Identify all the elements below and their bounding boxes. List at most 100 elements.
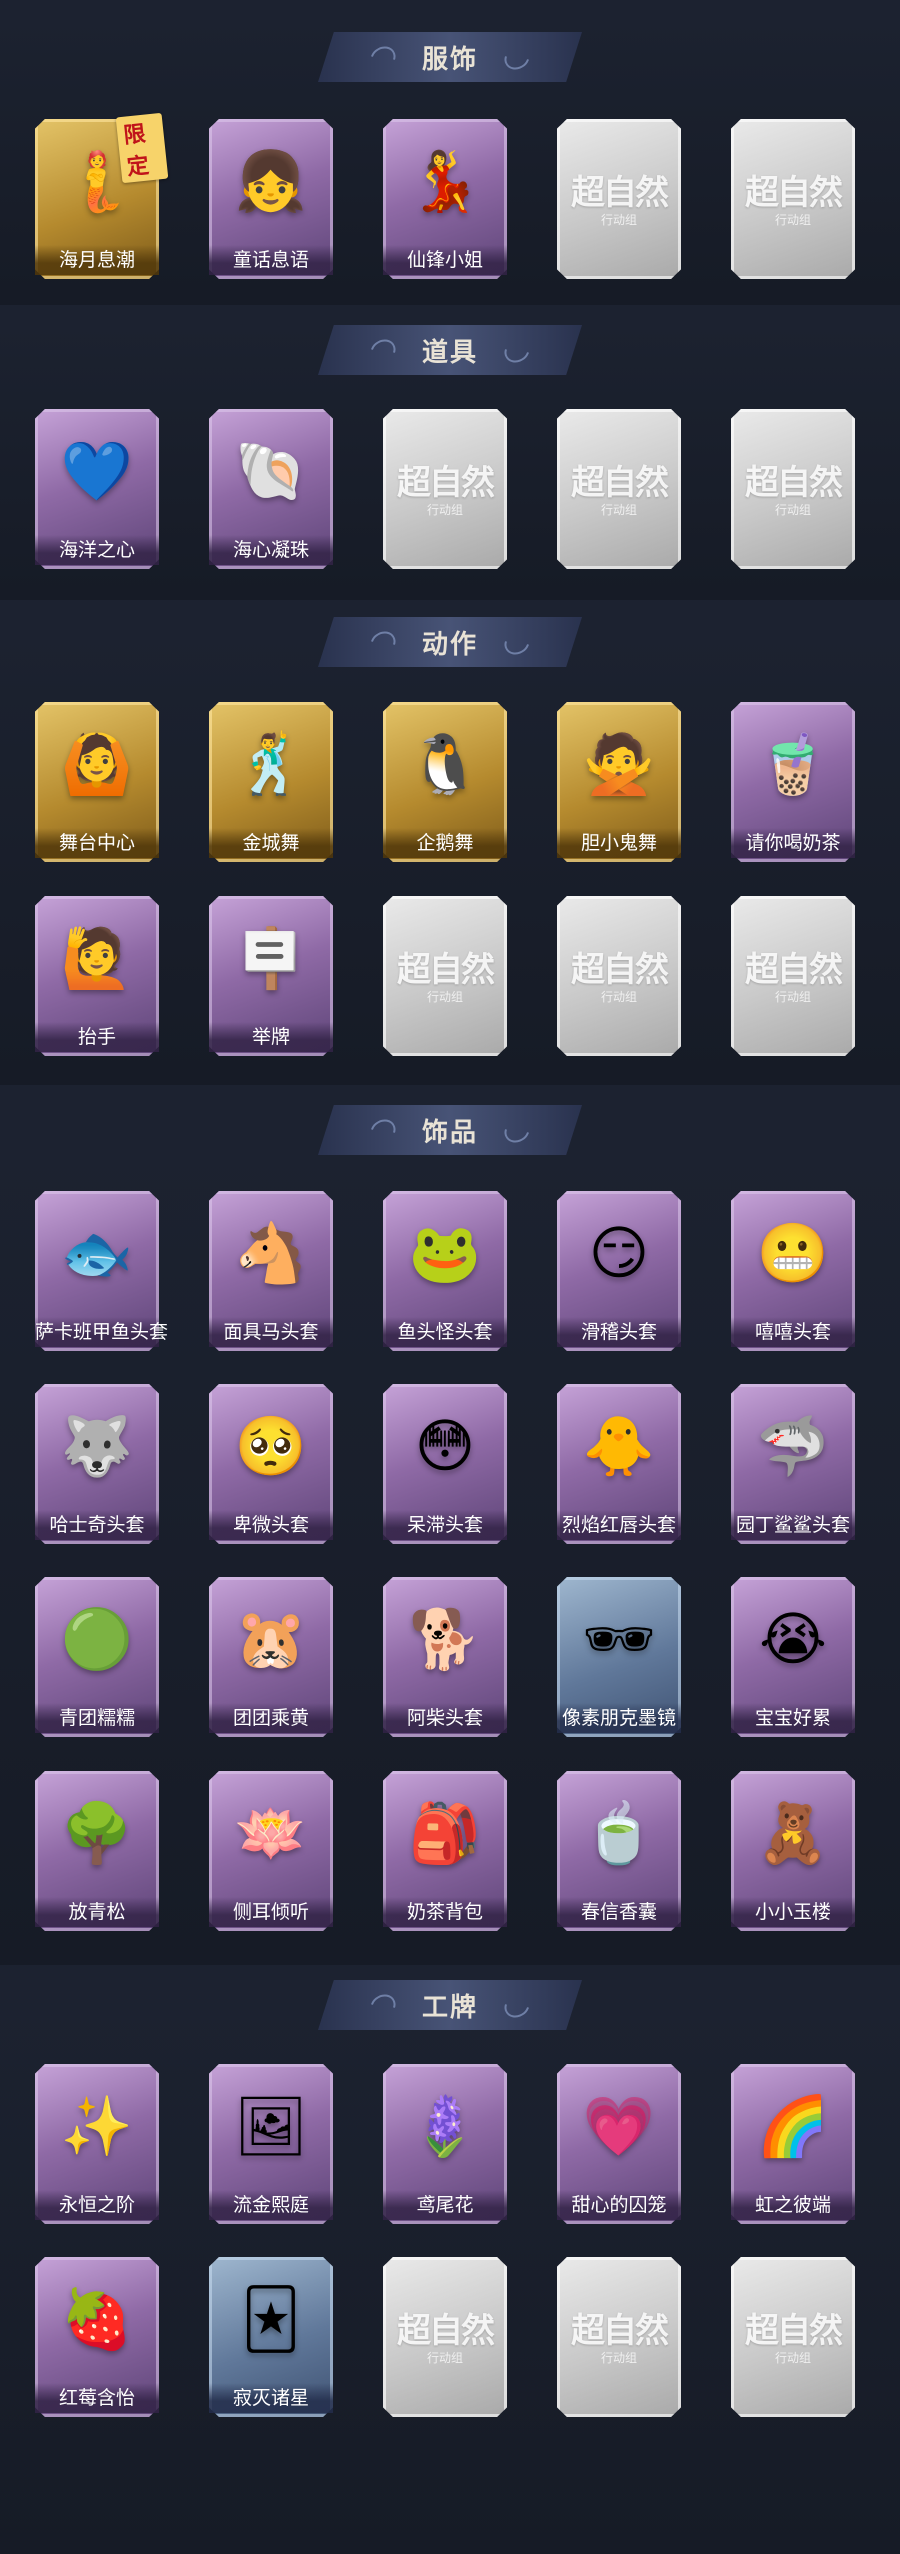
placeholder-logo: 超自然 xyxy=(397,950,495,990)
item-label: 面具马头套 xyxy=(209,1317,333,1347)
item-card[interactable]: 🖼 流金熙庭 xyxy=(203,2060,339,2230)
item-card[interactable]: 💃 仙锋小姐 xyxy=(377,115,513,285)
husky-head-icon: 🐺 xyxy=(60,1412,134,1480)
placeholder-logo: 超自然 xyxy=(745,950,843,990)
item-card[interactable]: 🌳 放青松 xyxy=(29,1767,165,1937)
item-label: 抬手 xyxy=(35,1022,159,1052)
placeholder-card: 超自然 行动组 xyxy=(725,405,861,575)
section-title-text: 动作 xyxy=(421,629,478,660)
item-card[interactable]: 🙋 抬手 xyxy=(29,892,165,1062)
item-card[interactable]: 🧜 限定 海月息潮 xyxy=(29,112,169,285)
section-title-accessories: 饰品 xyxy=(318,1105,582,1155)
placeholder-logo-sub: 行动组 xyxy=(600,990,637,1004)
item-card[interactable]: 🍵 春信香囊 xyxy=(551,1767,687,1937)
item-card[interactable]: 🍓 红莓含怡 xyxy=(29,2253,165,2423)
placeholder-logo-sub: 行动组 xyxy=(600,2351,637,2365)
item-label: 阿柴头套 xyxy=(383,1703,507,1733)
section-title-text: 服饰 xyxy=(421,44,478,75)
item-label: 仙锋小姐 xyxy=(383,245,507,275)
section-title-actions: 动作 xyxy=(318,617,582,667)
item-label: 海月息潮 xyxy=(35,245,159,275)
placeholder-card: 超自然 行动组 xyxy=(725,2253,861,2423)
item-label: 海洋之心 xyxy=(35,535,159,565)
item-card[interactable]: 🐧 企鹅舞 xyxy=(377,698,513,868)
item-label: 呆滞头套 xyxy=(383,1510,507,1540)
star-card-badge-icon: 🃏 xyxy=(241,2285,301,2353)
item-card[interactable]: 🟢 青团糯糯 xyxy=(29,1573,165,1743)
cage-badge-icon: 💗 xyxy=(582,2092,656,2160)
item-card[interactable]: 🐸 鱼头怪头套 xyxy=(377,1187,513,1357)
placeholder-logo-sub: 行动组 xyxy=(426,2351,463,2365)
placeholder-logo: 超自然 xyxy=(745,463,843,503)
fish-head-icon: 🐟 xyxy=(60,1219,134,1287)
flower-wreath-icon: 🪷 xyxy=(234,1799,308,1867)
placeholder-logo: 超自然 xyxy=(571,463,669,503)
smirk-emoji-icon: 😏 xyxy=(588,1219,650,1287)
item-card[interactable]: 🐥 烈焰红唇头套 xyxy=(551,1380,687,1550)
item-card[interactable]: 🕶 像素朋克墨镜 xyxy=(551,1573,687,1743)
item-label: 侧耳倾听 xyxy=(209,1897,333,1927)
section-title-clothing: 服饰 xyxy=(318,32,582,82)
shy-figure-icon: 🙅 xyxy=(582,730,656,798)
item-card[interactable]: 🥺 卑微头套 xyxy=(203,1380,339,1550)
item-card[interactable]: 😬 嘻嘻头套 xyxy=(725,1187,861,1357)
item-card[interactable]: ✨ 永恒之阶 xyxy=(29,2060,165,2230)
item-card[interactable]: 🌈 虹之彼端 xyxy=(725,2060,861,2230)
item-card[interactable]: 🪻 鸢尾花 xyxy=(377,2060,513,2230)
placeholder-logo-sub: 行动组 xyxy=(774,503,811,517)
item-card[interactable]: 🎒 奶茶背包 xyxy=(377,1767,513,1937)
hold-sign-icon: 🪧 xyxy=(234,924,308,992)
shiba-head-icon: 🐕 xyxy=(408,1605,482,1673)
item-card[interactable]: 😳 呆滞头套 xyxy=(377,1380,513,1550)
item-card[interactable]: 🪧 举牌 xyxy=(203,892,339,1062)
item-label: 小小玉楼 xyxy=(731,1897,855,1927)
item-card[interactable]: 😭 宝宝好累 xyxy=(725,1573,861,1743)
item-card[interactable]: 🕺 金城舞 xyxy=(203,698,339,868)
item-label: 请你喝奶茶 xyxy=(731,828,855,858)
item-card[interactable]: 🙅 胆小鬼舞 xyxy=(551,698,687,868)
section-title-props: 道具 xyxy=(318,325,582,375)
item-card[interactable]: 🪷 侧耳倾听 xyxy=(203,1767,339,1937)
item-label: 园丁鲨鲨头套 xyxy=(731,1510,855,1540)
section-title-badges: 工牌 xyxy=(318,1980,582,2030)
heart-necklace-icon: 💙 xyxy=(60,437,134,505)
item-card[interactable]: 🐚 海心凝珠 xyxy=(203,405,339,575)
item-card[interactable]: 🃏 寂灭诸星 xyxy=(203,2253,339,2423)
golden-stairs-badge-icon: ✨ xyxy=(60,2092,134,2160)
item-card[interactable]: 💙 海洋之心 xyxy=(29,405,165,575)
item-label: 甜心的囚笼 xyxy=(557,2190,681,2220)
placeholder-logo: 超自然 xyxy=(397,463,495,503)
milk-tea-backpack-icon: 🎒 xyxy=(408,1799,482,1867)
item-label: 卑微头套 xyxy=(209,1510,333,1540)
placeholder-logo: 超自然 xyxy=(745,173,843,213)
item-card[interactable]: 👧 童话息语 xyxy=(203,115,339,285)
pose-figure-icon: 🙆 xyxy=(60,730,134,798)
section-title-text: 工牌 xyxy=(421,1992,478,2023)
item-label: 宝宝好累 xyxy=(731,1703,855,1733)
item-card[interactable]: 🐟 萨卡班甲鱼头套 xyxy=(29,1187,168,1357)
item-card[interactable]: 🐺 哈士奇头套 xyxy=(29,1380,165,1550)
placeholder-logo-sub: 行动组 xyxy=(426,503,463,517)
pine-bonsai-icon: 🌳 xyxy=(60,1799,134,1867)
item-card[interactable]: 🐹 团团乘黄 xyxy=(203,1573,339,1743)
rainbow-badge-icon: 🌈 xyxy=(756,2092,830,2160)
item-card[interactable]: 😏 滑稽头套 xyxy=(551,1187,687,1357)
item-label: 寂灭诸星 xyxy=(209,2383,333,2413)
item-card[interactable]: 🙆 舞台中心 xyxy=(29,698,165,868)
item-card[interactable]: 🦈 园丁鲨鲨头套 xyxy=(725,1380,861,1550)
girl-avatar-icon: 👧 xyxy=(234,147,308,215)
item-label: 鱼头怪头套 xyxy=(383,1317,507,1347)
item-label: 青团糯糯 xyxy=(35,1703,159,1733)
lady-avatar-icon: 💃 xyxy=(408,147,482,215)
item-card[interactable]: 🐕 阿柴头套 xyxy=(377,1573,513,1743)
item-label: 萨卡班甲鱼头套 xyxy=(35,1317,168,1347)
item-label: 哈士奇头套 xyxy=(35,1510,159,1540)
item-card[interactable]: 🧋 请你喝奶茶 xyxy=(725,698,861,868)
item-label: 金城舞 xyxy=(209,828,333,858)
item-card[interactable]: 🐴 面具马头套 xyxy=(203,1187,339,1357)
item-card[interactable]: 💗 甜心的囚笼 xyxy=(551,2060,687,2230)
item-label: 舞台中心 xyxy=(35,828,159,858)
item-label: 像素朋克墨镜 xyxy=(557,1703,681,1733)
item-label: 红莓含怡 xyxy=(35,2383,159,2413)
item-card[interactable]: 🧸 小小玉楼 xyxy=(725,1767,861,1937)
